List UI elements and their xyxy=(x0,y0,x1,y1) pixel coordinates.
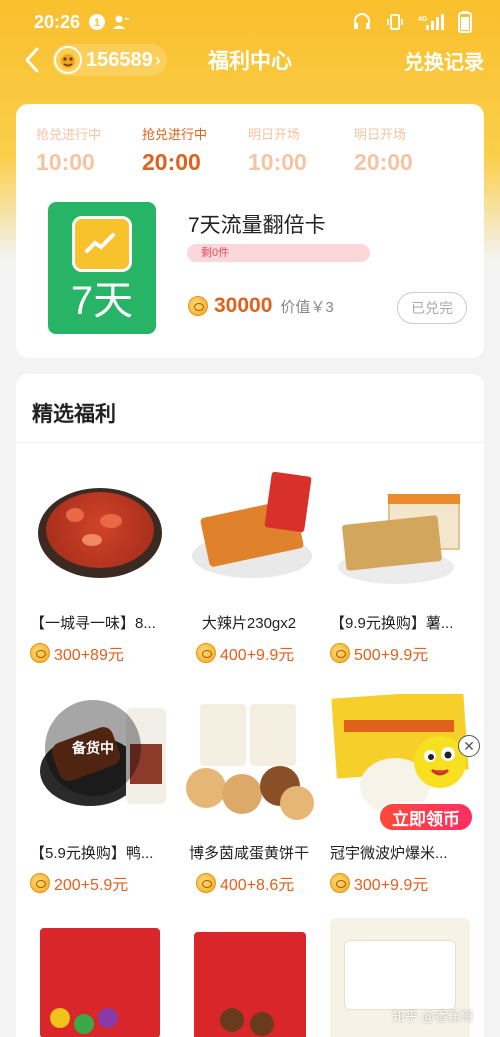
session-label: 明日开场 xyxy=(354,127,407,142)
chart-screen-icon xyxy=(72,216,132,272)
product-image-chocolates xyxy=(180,918,320,1037)
product-name: 【一城寻一味】8... xyxy=(30,615,156,632)
coin-icon xyxy=(188,296,208,316)
session-label: 抢兑进行中 xyxy=(36,127,102,142)
status-bar: 20:26 1 4G xyxy=(0,0,500,44)
product-name: 【5.9元换购】鸭... xyxy=(30,845,154,862)
product-card[interactable]: 大辣片230gx2 400+9.9元 xyxy=(180,464,320,665)
back-arrow-icon[interactable] xyxy=(24,47,42,73)
prize-price: 30000 价值￥3 xyxy=(188,294,334,318)
product-image-skittles xyxy=(30,918,170,1037)
divider xyxy=(16,442,484,443)
featured-benefits-card: 精选福利 【一城寻一味】8... 300+89元 大辣片230gx2 400+9… xyxy=(16,374,484,1037)
product-name: 博多茵咸蛋黄饼干 xyxy=(188,845,309,862)
tab-session-2[interactable]: 抢兑进行中 20:00 xyxy=(142,124,248,176)
get-coins-button[interactable]: 立即领币 xyxy=(378,802,474,832)
product-card[interactable]: 【9.9元换购】薯... 500+9.9元 xyxy=(330,464,470,665)
tile-days-label: 7天 xyxy=(70,279,134,323)
tab-session-1[interactable]: 抢兑进行中 10:00 xyxy=(36,124,142,176)
prize-points: 30000 xyxy=(214,294,273,317)
product-card[interactable]: 冠宇微波炉爆米... 300+9.9元 xyxy=(330,694,470,895)
product-card[interactable]: 【一城寻一味】8... 300+89元 xyxy=(30,464,170,665)
vibrate-icon xyxy=(386,13,404,31)
product-price: 400+8.6元 xyxy=(180,871,320,895)
prize-worth: 价值￥3 xyxy=(280,298,334,316)
svg-text:1: 1 xyxy=(94,17,100,29)
product-price: 200+5.9元 xyxy=(30,871,170,895)
product-price-value: 200+5.9元 xyxy=(54,877,129,894)
prize-name: 7天流量翻倍卡 xyxy=(188,214,326,237)
stocking-badge: 备货中 xyxy=(45,700,141,796)
product-price-value: 500+9.9元 xyxy=(354,647,429,664)
product-price-value: 300+9.9元 xyxy=(354,877,429,894)
data-card-image[interactable]: 7天 xyxy=(48,202,156,334)
coin-icon xyxy=(330,643,350,663)
product-image-spicy-strips xyxy=(180,464,320,604)
user-icon xyxy=(112,14,130,30)
coin-balance: 156589 xyxy=(86,48,153,71)
session-label: 抢兑进行中 xyxy=(142,127,208,142)
product-price-value: 300+89元 xyxy=(54,647,124,664)
section-title: 精选福利 xyxy=(32,403,116,426)
monkey-coin-icon xyxy=(54,46,82,74)
product-image-egg-yolk-cookies xyxy=(180,694,320,834)
stock-bar: 剩0件 xyxy=(187,244,370,262)
product-name: 大辣片230gx2 xyxy=(201,615,297,632)
product-name: 冠宇微波炉爆米... xyxy=(330,845,448,862)
coin-icon xyxy=(196,643,216,663)
nav-bar: 156589 › 福利中心 兑换记录 xyxy=(0,40,500,80)
tab-session-4[interactable]: 明日开场 20:00 xyxy=(354,124,460,176)
signal-4g-icon: 4G xyxy=(418,13,444,31)
redeem-history-link[interactable]: 兑换记录 xyxy=(404,46,484,75)
product-image-crackers xyxy=(330,464,470,604)
status-time: 20:26 xyxy=(34,11,81,32)
watermark: 知乎 @香蕉哥 xyxy=(392,1009,474,1024)
coin-icon xyxy=(30,643,50,663)
close-ad-icon[interactable]: ✕ xyxy=(458,735,480,757)
schedule-tabs: 抢兑进行中 10:00 抢兑进行中 20:00 明日开场 10:00 明日开场 … xyxy=(16,104,484,176)
session-time: 20:00 xyxy=(142,149,201,175)
product-image-duck-neck: 备货中 xyxy=(30,694,170,834)
tab-session-3[interactable]: 明日开场 10:00 xyxy=(248,124,354,176)
product-name: 【9.9元换购】薯... xyxy=(330,615,454,632)
product-price: 300+9.9元 xyxy=(330,871,470,895)
product-price: 400+9.9元 xyxy=(180,641,320,665)
product-card[interactable]: 博多茵咸蛋黄饼干 400+8.6元 xyxy=(180,694,320,895)
coin-icon xyxy=(330,873,350,893)
product-price: 300+89元 xyxy=(30,641,170,665)
product-card[interactable] xyxy=(30,918,170,1037)
session-time: 10:00 xyxy=(36,149,95,175)
svg-text:4G: 4G xyxy=(418,16,428,23)
notification-icon: 1 xyxy=(88,13,106,31)
coin-icon xyxy=(196,873,216,893)
product-card[interactable]: 备货中 【5.9元换购】鸭... 200+5.9元 xyxy=(30,694,170,895)
product-price-value: 400+8.6元 xyxy=(220,877,295,894)
coin-icon xyxy=(30,873,50,893)
product-price: 500+9.9元 xyxy=(330,641,470,665)
headset-icon xyxy=(352,13,372,31)
sold-out-button[interactable]: 已兑完 xyxy=(397,292,467,324)
session-time: 10:00 xyxy=(248,149,307,175)
product-card[interactable] xyxy=(180,918,320,1037)
product-price-value: 400+9.9元 xyxy=(220,647,295,664)
session-label: 明日开场 xyxy=(248,127,301,142)
flash-redeem-card: 抢兑进行中 10:00 抢兑进行中 20:00 明日开场 10:00 明日开场 … xyxy=(16,104,484,358)
coin-balance-pill[interactable]: 156589 › xyxy=(52,44,167,76)
product-image-crayfish xyxy=(30,464,170,604)
session-time: 20:00 xyxy=(354,149,413,175)
chevron-right-icon: › xyxy=(154,49,161,70)
battery-icon xyxy=(458,11,472,33)
